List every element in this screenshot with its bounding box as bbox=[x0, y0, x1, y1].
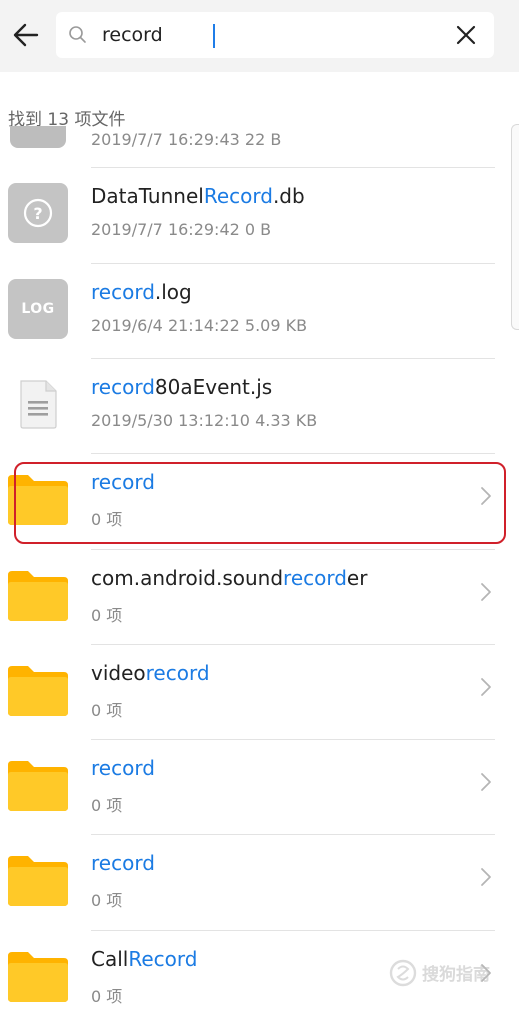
search-box bbox=[56, 12, 494, 58]
annotation-highlight-box bbox=[14, 462, 506, 544]
search-results-list: 2019/7/7 16:29:43 22 B ? DataTunnelRecor… bbox=[0, 126, 519, 1024]
folder-icon bbox=[8, 755, 68, 815]
chevron-right-icon bbox=[481, 868, 491, 886]
item-count: 0 项 bbox=[91, 701, 123, 720]
search-icon bbox=[69, 26, 86, 43]
clear-search-button[interactable] bbox=[452, 21, 480, 49]
file-name: record bbox=[91, 851, 155, 875]
chevron-right-icon bbox=[481, 583, 491, 601]
file-name: com.android.soundrecorder bbox=[91, 566, 368, 590]
folder-icon bbox=[8, 946, 68, 1006]
file-name: record.log bbox=[91, 280, 192, 304]
file-meta: 2019/7/7 16:29:43 22 B bbox=[91, 130, 282, 149]
item-count: 0 项 bbox=[91, 796, 123, 815]
list-item[interactable]: LOG record.log 2019/6/4 21:14:22 5.09 KB bbox=[0, 264, 519, 359]
file-name: record bbox=[91, 756, 155, 780]
folder-icon bbox=[8, 850, 68, 910]
back-button[interactable] bbox=[8, 14, 44, 56]
item-count: 0 项 bbox=[91, 606, 123, 625]
arrow-left-icon bbox=[13, 23, 39, 47]
chevron-right-icon bbox=[481, 678, 491, 696]
file-name: videorecord bbox=[91, 661, 210, 685]
folder-icon bbox=[8, 660, 68, 720]
document-file-icon bbox=[8, 374, 68, 434]
text-caret bbox=[213, 24, 215, 48]
list-item-partial[interactable]: 2019/7/7 16:29:43 22 B bbox=[0, 126, 519, 168]
file-name: DataTunnelRecord.db bbox=[91, 184, 305, 208]
list-item[interactable]: videorecord 0 项 bbox=[0, 645, 519, 740]
svg-text:?: ? bbox=[33, 204, 42, 223]
close-icon bbox=[456, 25, 476, 45]
unknown-file-icon: ? bbox=[8, 183, 68, 243]
file-name: record80aEvent.js bbox=[91, 375, 273, 399]
item-count: 0 项 bbox=[91, 987, 123, 1006]
file-meta: 2019/5/30 13:12:10 4.33 KB bbox=[91, 411, 318, 430]
folder-icon bbox=[8, 565, 68, 625]
search-header bbox=[0, 0, 519, 72]
search-input[interactable] bbox=[102, 20, 432, 50]
list-item[interactable]: com.android.soundrecorder 0 项 bbox=[0, 550, 519, 645]
chevron-right-icon bbox=[481, 773, 491, 791]
list-item[interactable]: record 0 项 bbox=[0, 835, 519, 930]
item-count: 0 项 bbox=[91, 891, 123, 910]
watermark: 搜狗指南 bbox=[384, 954, 504, 1004]
file-thumbnail bbox=[10, 126, 66, 148]
list-item[interactable]: ? DataTunnelRecord.db 2019/7/7 16:29:42 … bbox=[0, 168, 519, 263]
sogou-logo-icon bbox=[389, 959, 417, 987]
log-file-icon: LOG bbox=[8, 279, 68, 339]
list-item[interactable]: record80aEvent.js 2019/5/30 13:12:10 4.3… bbox=[0, 359, 519, 454]
list-item[interactable]: record 0 项 bbox=[0, 740, 519, 835]
scrollbar[interactable] bbox=[511, 124, 519, 330]
file-meta: 2019/6/4 21:14:22 5.09 KB bbox=[91, 316, 308, 335]
file-name: CallRecord bbox=[91, 947, 198, 971]
file-meta: 2019/7/7 16:29:42 0 B bbox=[91, 220, 272, 239]
